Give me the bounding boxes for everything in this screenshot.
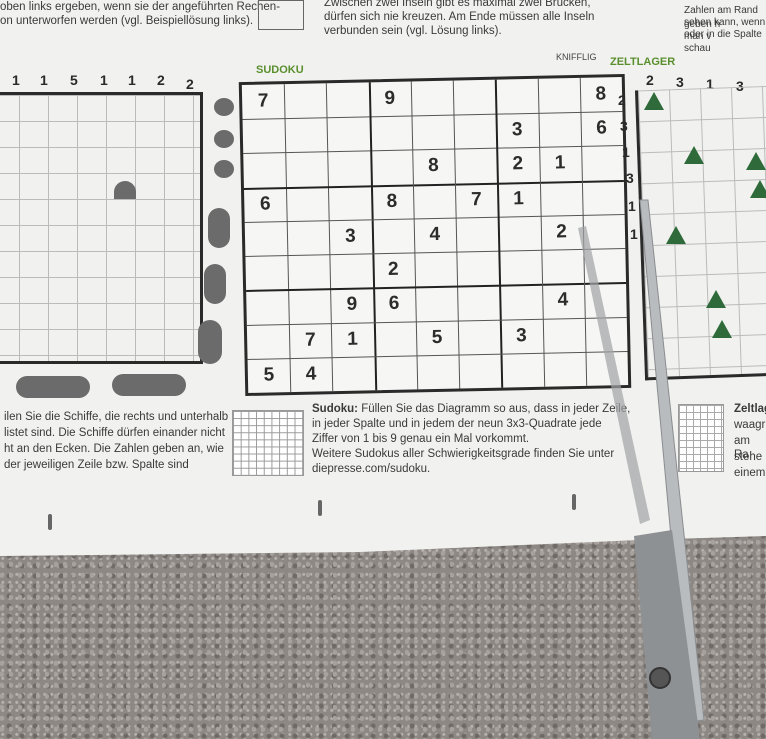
scissor-blade-shadow [578,226,650,524]
scissor-pivot-screw [649,667,671,689]
scissors-icon [578,199,705,739]
